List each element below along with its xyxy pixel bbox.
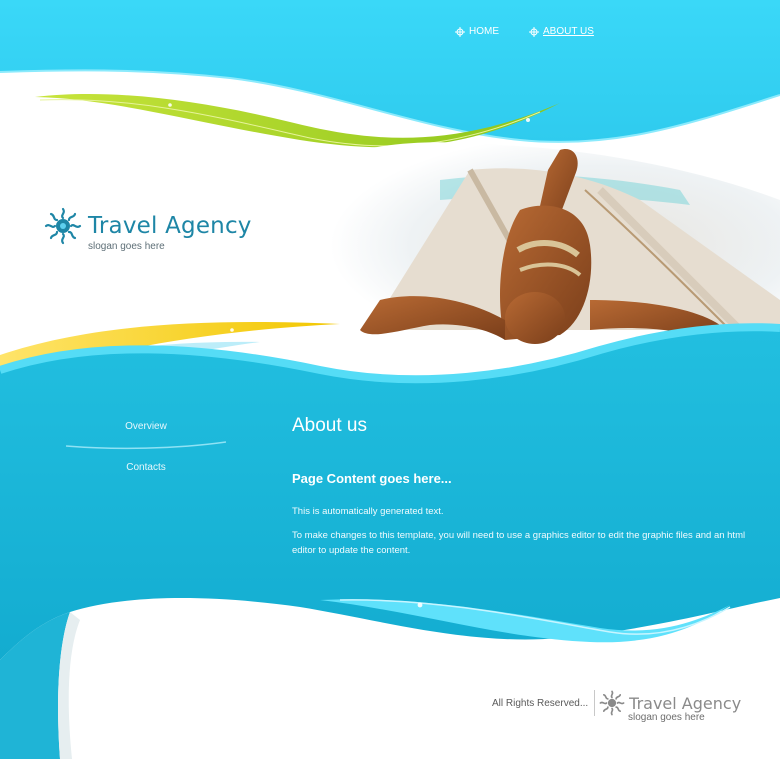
sun-icon bbox=[44, 207, 82, 245]
page-title: About us bbox=[292, 415, 367, 436]
sidebar-divider bbox=[65, 441, 227, 450]
footer-slogan: slogan goes here bbox=[628, 712, 705, 723]
crosshair-icon bbox=[455, 26, 465, 37]
main-content: About us Page Content goes here... This … bbox=[292, 415, 770, 558]
sidebar: Overview Contacts bbox=[65, 420, 227, 479]
footer-copyright: All Rights Reserved... bbox=[492, 697, 589, 709]
nav-home[interactable]: HOME bbox=[455, 26, 499, 37]
background-artwork bbox=[0, 0, 780, 759]
sidebar-item-overview[interactable]: Overview bbox=[66, 420, 226, 438]
site-logo[interactable]: Travel Agency bbox=[44, 207, 252, 245]
sidebar-item-contacts[interactable]: Contacts bbox=[66, 461, 226, 479]
nav-home-label[interactable]: HOME bbox=[469, 26, 499, 37]
content-subheading: Page Content goes here... bbox=[292, 471, 452, 486]
footer-logo-title: Travel Agency bbox=[629, 693, 742, 713]
content-paragraph-1: This is automatically generated text. bbox=[292, 506, 444, 517]
content-paragraph-2: To make changes to this template, you wi… bbox=[292, 530, 746, 556]
nav-about-us[interactable]: ABOUT US bbox=[529, 26, 594, 37]
footer-divider bbox=[594, 690, 596, 716]
sun-icon bbox=[599, 690, 625, 716]
top-nav: HOME ABOUT US bbox=[455, 26, 594, 37]
site-title: Travel Agency bbox=[88, 213, 252, 239]
site-slogan: slogan goes here bbox=[88, 241, 165, 252]
crosshair-icon bbox=[529, 26, 539, 37]
nav-about-us-label[interactable]: ABOUT US bbox=[543, 26, 594, 37]
